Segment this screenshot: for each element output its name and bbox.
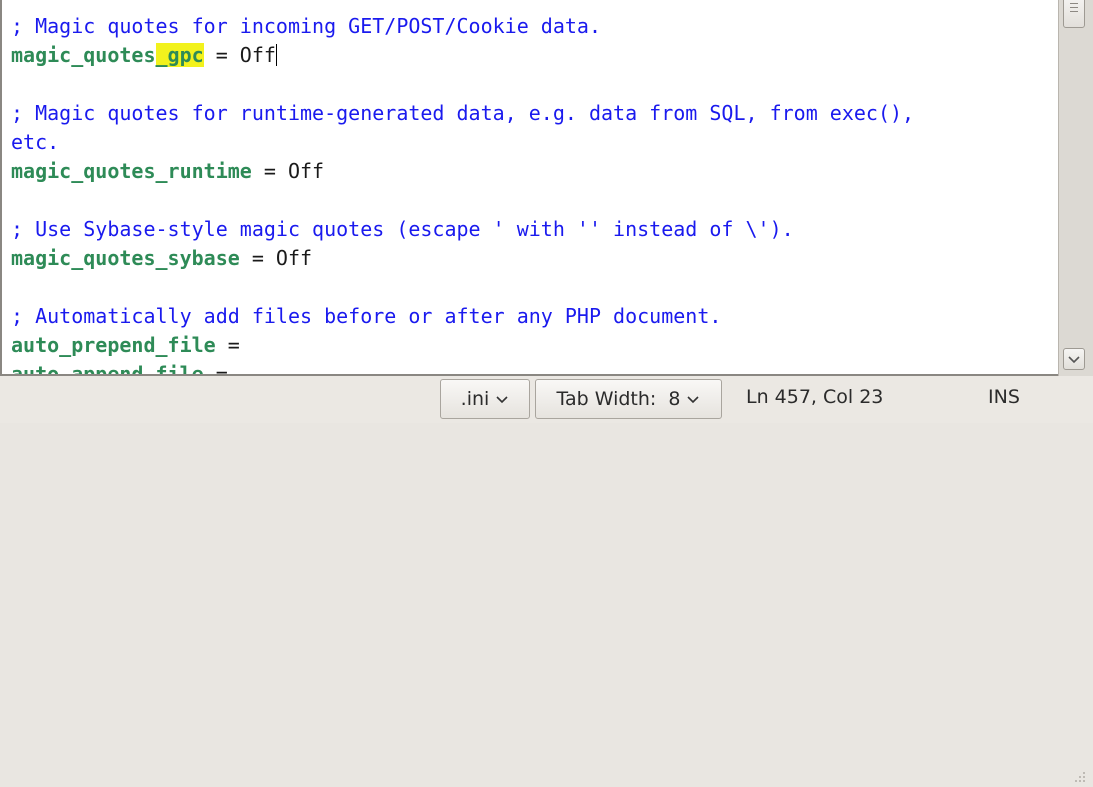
chevron-down-icon — [1068, 356, 1080, 364]
code-line[interactable]: auto_append_file = — [11, 360, 914, 376]
code-line[interactable]: ; Magic quotes for incoming GET/POST/Coo… — [11, 12, 914, 41]
code-line[interactable]: auto_prepend_file = — [11, 331, 914, 360]
code-line[interactable]: ; Use Sybase-style magic quotes (escape … — [11, 215, 914, 244]
language-label: .ini — [460, 388, 490, 410]
code-line[interactable] — [11, 70, 914, 99]
code-line[interactable]: etc. — [11, 128, 914, 157]
resize-grip-icon[interactable] — [1070, 769, 1088, 787]
code-comment: ; Magic quotes for runtime-generated dat… — [11, 101, 915, 125]
grip-line — [1070, 11, 1078, 12]
language-selector[interactable]: .ini — [440, 379, 530, 419]
editor-text-area[interactable]: ; Magic quotes for incoming GET/POST/Coo… — [0, 0, 1058, 376]
code-line[interactable]: magic_quotes_gpc = Off — [11, 41, 914, 70]
chevron-down-icon — [495, 388, 509, 410]
text-cursor — [275, 44, 277, 66]
code-key: magic_quotes_sybase — [11, 246, 240, 270]
code-key: auto_append_file — [11, 362, 204, 376]
scroll-down-button[interactable] — [1063, 348, 1085, 370]
text-editor-window: ; Magic quotes for incoming GET/POST/Coo… — [0, 0, 1093, 782]
code-view[interactable]: ; Magic quotes for incoming GET/POST/Coo… — [11, 12, 914, 376]
code-key: magic_quotes — [11, 43, 156, 67]
grip-line — [1070, 7, 1078, 8]
code-comment: etc. — [11, 130, 60, 154]
vertical-scrollbar[interactable] — [1058, 0, 1093, 376]
chevron-down-icon — [686, 388, 700, 410]
code-line[interactable]: magic_quotes_sybase = Off — [11, 244, 914, 273]
code-text: = — [203, 362, 228, 376]
code-text: = — [215, 333, 240, 357]
code-line[interactable]: ; Magic quotes for runtime-generated dat… — [11, 99, 914, 128]
code-key: magic_quotes_runtime — [11, 159, 252, 183]
status-bar: .ini Tab Width: 8 Ln 457, Col 23 INS — [0, 376, 1093, 782]
cursor-position: Ln 457, Col 23 — [746, 386, 884, 408]
code-text: = Off — [251, 159, 325, 183]
code-line[interactable] — [11, 186, 914, 215]
code-key: _gpc — [155, 43, 204, 67]
grip-line — [1070, 3, 1078, 4]
code-key: auto_prepend_file — [11, 333, 216, 357]
insert-mode-indicator: INS — [988, 386, 1020, 408]
code-line[interactable]: ; Automatically add files before or afte… — [11, 302, 914, 331]
tab-width-selector[interactable]: Tab Width: 8 — [535, 379, 722, 419]
code-line[interactable]: magic_quotes_runtime = Off — [11, 157, 914, 186]
code-comment: ; Magic quotes for incoming GET/POST/Coo… — [11, 14, 602, 38]
tab-width-label: Tab Width: 8 — [556, 388, 681, 410]
code-comment: ; Use Sybase-style magic quotes (escape … — [11, 217, 794, 241]
code-line[interactable] — [11, 273, 914, 302]
code-comment: ; Automatically add files before or afte… — [11, 304, 722, 328]
code-text: = Off — [239, 246, 313, 270]
scrollbar-thumb[interactable] — [1063, 0, 1085, 28]
code-text: = Off — [203, 43, 276, 67]
